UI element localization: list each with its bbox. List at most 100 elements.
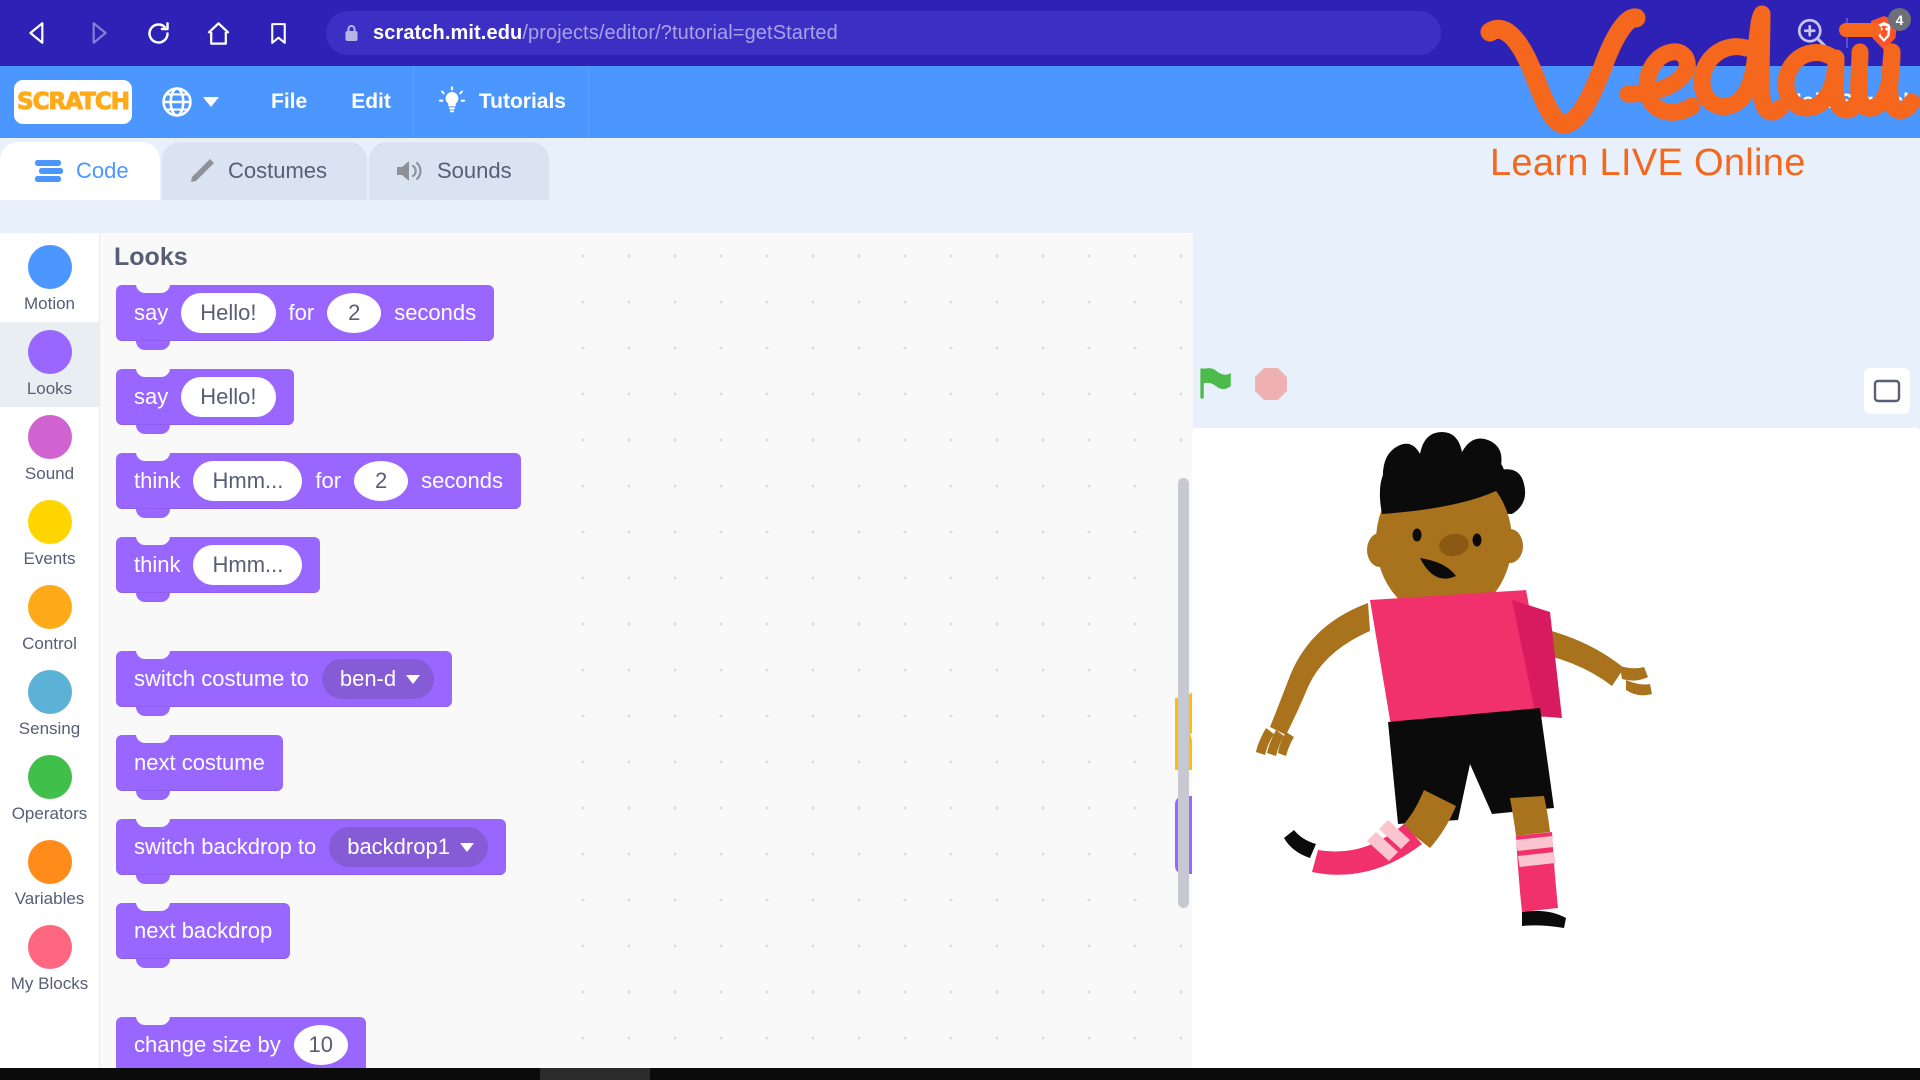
menu-file[interactable]: File: [249, 66, 329, 138]
green-flag-button[interactable]: [1197, 367, 1233, 401]
menu-edit[interactable]: Edit: [329, 66, 413, 138]
block-label-say: say: [134, 300, 169, 325]
category-looks-dot: [27, 330, 72, 374]
menu-divider-2: [587, 66, 589, 138]
category-variables-dot: [27, 840, 72, 884]
browser-nav-buttons: [18, 13, 298, 53]
block-label-switch-backdrop-to: switch backdrop to: [134, 834, 317, 859]
zoom-in-icon[interactable]: [1794, 15, 1830, 51]
stop-button[interactable]: [1253, 366, 1289, 402]
shield-count-badge: 4: [1888, 8, 1911, 31]
script-hat-label: when clicked: [1190, 723, 1193, 754]
block-input-size-delta[interactable]: 10: [293, 1025, 348, 1065]
address-bar[interactable]: scratch.mit.edu/projects/editor/?tutoria…: [326, 11, 1441, 55]
reload-button[interactable]: [138, 13, 178, 53]
palette-block-next-backdrop[interactable]: next backdrop: [116, 902, 291, 968]
palette-title: Looks: [114, 243, 188, 271]
hat-label-when: when: [1190, 723, 1193, 754]
block-dropdown-costume[interactable]: ben-d: [321, 659, 435, 699]
join-scratch-button[interactable]: Join Scratch: [1790, 90, 1916, 114]
category-sensing-label: Sensing: [18, 719, 81, 738]
block-dropdown-costume-value: ben-d: [339, 666, 397, 691]
palette-block-think[interactable]: think Hmm...: [116, 536, 321, 602]
palette-block-say[interactable]: say Hello!: [116, 368, 294, 434]
tab-costumes-label: Costumes: [228, 158, 328, 183]
category-events-dot: [27, 500, 72, 544]
small-stage-layout-icon: [1873, 379, 1901, 403]
globe-icon: [162, 87, 192, 117]
category-my-blocks-label: My Blocks: [10, 974, 89, 993]
editor-tabs: Code Costumes Sounds: [0, 138, 1920, 200]
category-motion[interactable]: Motion: [0, 237, 99, 322]
palette-block-switch-costume[interactable]: switch costume to ben-d: [116, 650, 453, 716]
os-taskbar: [0, 1068, 1920, 1080]
category-looks-label: Looks: [26, 379, 73, 398]
block-dropdown-backdrop-value: backdrop1: [347, 834, 450, 859]
toolbar-divider: [1846, 18, 1848, 48]
url-domain: scratch.mit.edu: [373, 21, 523, 44]
block-label-change-size-by: change size by: [134, 1032, 281, 1057]
block-input-message[interactable]: Hello!: [181, 377, 276, 417]
tab-sounds-label: Sounds: [437, 158, 512, 183]
lightbulb-icon: [438, 86, 465, 113]
category-events-label: Events: [23, 549, 76, 568]
home-button[interactable]: [198, 13, 238, 53]
block-label-next-backdrop: next backdrop: [134, 918, 273, 943]
palette-block-switch-backdrop[interactable]: switch backdrop to backdrop1: [116, 818, 506, 884]
tab-code[interactable]: Code: [0, 142, 160, 200]
category-operators[interactable]: Operators: [0, 747, 99, 832]
tab-costumes[interactable]: Costumes: [162, 142, 367, 200]
palette-block-change-size-by[interactable]: change size by 10: [116, 1016, 366, 1080]
url-text: scratch.mit.edu/projects/editor/?tutoria…: [373, 22, 838, 45]
block-label-for: for: [288, 300, 315, 325]
language-selector[interactable]: [160, 85, 219, 119]
forward-button[interactable]: [78, 13, 118, 53]
paintbrush-icon: [191, 159, 214, 182]
chevron-down-icon: [203, 97, 219, 107]
brave-shield-icon[interactable]: 4: [1864, 8, 1911, 53]
block-input-message[interactable]: Hmm...: [193, 461, 303, 501]
block-label-think: think: [134, 552, 181, 577]
bookmark-button[interactable]: [258, 13, 298, 53]
block-dropdown-backdrop[interactable]: backdrop1: [329, 827, 488, 867]
block-input-message[interactable]: Hmm...: [193, 545, 303, 585]
block-input-seconds[interactable]: 2: [354, 461, 409, 501]
scratch-logo[interactable]: SCRATCH: [14, 80, 132, 124]
url-path: /projects/editor/?tutorial=getStarted: [522, 21, 838, 44]
block-label-seconds: seconds: [394, 300, 477, 325]
stage-controls: [1185, 360, 1920, 408]
block-label-say: say: [134, 384, 169, 409]
block-label-seconds: seconds: [421, 468, 504, 493]
workspace-scrollbar[interactable]: [1178, 478, 1189, 908]
menu-tutorials[interactable]: Tutorials: [414, 66, 588, 138]
lock-icon: [345, 25, 358, 41]
small-stage-layout-button[interactable]: [1864, 368, 1910, 414]
tab-sounds[interactable]: Sounds: [369, 142, 549, 200]
category-operators-dot: [27, 755, 72, 799]
category-looks[interactable]: Looks: [0, 322, 99, 407]
back-button[interactable]: [18, 13, 58, 53]
category-motion-dot: [27, 245, 72, 289]
category-sound[interactable]: Sound: [0, 407, 99, 492]
category-sound-label: Sound: [24, 464, 75, 483]
category-sensing-dot: [27, 670, 72, 714]
block-input-seconds[interactable]: 2: [327, 293, 382, 333]
stage-area[interactable]: [1192, 428, 1920, 1080]
browser-toolbar: scratch.mit.edu/projects/editor/?tutoria…: [0, 0, 1920, 66]
block-input-message[interactable]: Hello!: [181, 293, 276, 333]
category-sound-dot: [27, 415, 72, 459]
category-variables[interactable]: Variables: [0, 832, 99, 917]
code-workspace[interactable]: when clicked say Hello world! for 2 seco…: [560, 233, 1193, 1080]
category-sensing[interactable]: Sensing: [0, 662, 99, 747]
category-control[interactable]: Control: [0, 577, 99, 662]
palette-block-say-for-seconds[interactable]: say Hello! for 2 seconds: [116, 284, 495, 350]
palette-block-next-costume[interactable]: next costume: [116, 734, 283, 800]
category-my-blocks[interactable]: My Blocks: [0, 917, 99, 1002]
sprite-ben: [1256, 432, 1652, 928]
block-label-think: think: [134, 468, 181, 493]
category-events[interactable]: Events: [0, 492, 99, 577]
category-variables-label: Variables: [14, 889, 85, 908]
category-motion-label: Motion: [23, 294, 76, 313]
block-palette[interactable]: Looks say Hello! for 2 seconds say Hello…: [100, 233, 560, 1080]
palette-block-think-for-seconds[interactable]: think Hmm... for 2 seconds: [116, 452, 522, 518]
